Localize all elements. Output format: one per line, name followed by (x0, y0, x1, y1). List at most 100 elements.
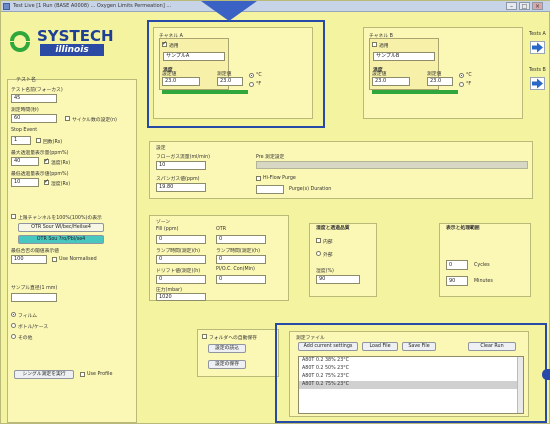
temperature-checkbox[interactable] (44, 157, 49, 164)
max-permeation-input[interactable]: 40 (11, 157, 39, 166)
channel-b-enable-checkbox[interactable] (372, 42, 377, 47)
drift-label: ドリフト値(測定)(h) (156, 269, 201, 274)
otr-source-a-button[interactable]: OTR Sour Wl/bec/Heilse4 (18, 223, 104, 232)
ramp-time-b-label: ランプ時間(測定)(h) (216, 249, 260, 254)
drift-value: 0 (156, 275, 206, 284)
purge-duration-input[interactable] (256, 185, 284, 194)
stop-count-checkbox[interactable] (36, 138, 41, 143)
minutes-label: Minutes (474, 279, 493, 284)
fill-ppm-label: Fill (ppm) (156, 227, 179, 232)
pass-fail-input[interactable]: 100 (11, 255, 47, 264)
stop-event-input[interactable]: 1 (11, 136, 31, 145)
tests-b-button[interactable] (530, 77, 545, 90)
auto-save-checkbox[interactable] (202, 334, 207, 339)
logo-mark-icon (7, 29, 33, 55)
bottle-radio[interactable] (11, 323, 16, 328)
channel-b-enable-label: 適用 (379, 44, 389, 49)
highlight-pointer-icon (201, 1, 257, 21)
otr-label: OTR (216, 227, 227, 232)
channel-b-set-label: 設定値 (372, 72, 387, 77)
min-permeation-input[interactable]: 10 (11, 178, 39, 187)
zone-panel: ゾーン Fill (ppm) 0 OTR 0 ランプ時間(測定)(h) 0 ラン… (149, 215, 289, 301)
auto-upper-checkbox[interactable] (11, 214, 16, 219)
hi-flow-purge-checkbox[interactable] (256, 176, 261, 181)
minutes-spinner[interactable]: 90 (446, 276, 468, 286)
span-gas-label: スパンガス値(ppm) (156, 177, 200, 182)
load-settings-button[interactable]: 設定の読込 (208, 344, 246, 353)
cycle-time-input[interactable]: 60 (11, 114, 57, 123)
humidity-percent-label: 湿度(%) (316, 269, 334, 274)
tests-b-label: Tests B (529, 68, 546, 73)
internal-humidity-checkbox[interactable] (316, 238, 321, 243)
use-profile-label: Use Profile (87, 372, 113, 377)
profile-highlight-box (275, 323, 547, 423)
span-gas-input[interactable]: 19.80 (156, 183, 206, 192)
pressure-label: 圧力(mbar) (156, 288, 182, 293)
pre-measure-label: Pre 測定設定 (256, 155, 285, 160)
temperature-check-label: 温度(Rs) (51, 161, 71, 166)
maximize-button[interactable]: □ (519, 2, 530, 10)
humidity-check-label: 湿度(Rs) (51, 182, 71, 187)
max-permeation-label: 最大透過量表示量(ppm%) (11, 151, 69, 156)
otr-value: 0 (216, 235, 266, 244)
channel-b-celsius-label: °C (466, 73, 472, 78)
close-button[interactable]: × (532, 2, 543, 10)
cycle-count-label: サイクル数の設定(n) (72, 118, 117, 123)
logo-sub-text: illinois (40, 44, 104, 56)
use-profile-checkbox[interactable] (80, 372, 85, 377)
single-run-button[interactable]: シングル測定を実行 (14, 370, 74, 379)
pre-measure-progress (256, 161, 528, 169)
channel-b-temp-set-input[interactable]: 23.0 (372, 77, 410, 86)
channel-b-fahrenheit-radio[interactable] (459, 82, 464, 87)
sample-diameter-label: サンプル直径(1 mm) (11, 286, 58, 291)
channel-b-sample-input[interactable]: サンプルB (373, 52, 435, 61)
save-settings-button[interactable]: 設定の保存 (208, 360, 246, 369)
settings-title: 設定 (156, 146, 166, 151)
film-radio[interactable] (11, 312, 16, 317)
flow-rate-label: フローガス流量(ml/min) (156, 155, 210, 160)
humidity-checkbox[interactable] (44, 178, 49, 185)
pressure-value: 1020 (156, 293, 206, 301)
app-icon (3, 3, 10, 10)
min-permeation-label: 最低透過量表示値(ppm%) (11, 172, 69, 177)
use-normalised-checkbox[interactable] (52, 257, 57, 262)
channel-b-temp-box: 設定値 測定値 23.0 23.0 °C °F (369, 70, 487, 92)
otr-source-b-button[interactable]: OTR Sou ?ro/Pbl/se4 (18, 235, 104, 244)
auto-save-label: フォルダへの自動保存 (209, 336, 257, 341)
other-radio[interactable] (11, 334, 16, 339)
logo-brand-text: SYSTECH (37, 27, 114, 45)
left-group-title: テスト名 (16, 77, 37, 83)
cycles-label: Cycles (474, 263, 490, 268)
channel-b-celsius-radio[interactable] (459, 73, 464, 78)
window-title: Test Live [1 Run (BASE A0008) ... Oxygen… (13, 3, 172, 9)
tests-a-button[interactable] (530, 41, 545, 54)
purge-duration-label: Purge(s) Duration (289, 187, 332, 192)
channel-b-status-bar (372, 90, 458, 94)
internal-humidity-label: 内部 (323, 240, 333, 245)
sample-diameter-input[interactable] (11, 293, 57, 302)
cycles-title: 表示と処理範囲 (446, 226, 480, 231)
auto-upper-label: 上限チャンネルを100%(100%)の表示 (18, 216, 102, 221)
test-name-input[interactable]: 45 (11, 94, 57, 103)
external-humidity-radio[interactable] (316, 251, 321, 256)
test-name-label: テスト名前(フォーカス) (11, 88, 63, 93)
flow-rate-input[interactable]: 10 (156, 161, 206, 170)
ramp-time-a-value: 0 (156, 255, 206, 264)
title-bar: Test Live [1 Run (BASE A0008) ... Oxygen… (1, 1, 550, 12)
humidity-title: 湿度と透過品質 (316, 226, 350, 231)
cycles-spinner[interactable]: 0 (446, 260, 468, 270)
highlight-marker-icon (542, 369, 550, 380)
cycle-count-checkbox[interactable] (65, 116, 70, 121)
minimize-button[interactable]: – (506, 2, 517, 10)
other-radio-label: その他 (18, 336, 33, 341)
file-panel: フォルダへの自動保存 設定の読込 設定の保存 (197, 329, 279, 377)
con-min-label: Pl/O.C. Con(Min) (216, 267, 255, 272)
pass-fail-label: 最低合否の閾値表示値 (11, 249, 59, 254)
channel-b-temp-meas-value: 23.0 (427, 77, 453, 86)
tests-a-label: Tests A (529, 32, 546, 37)
external-humidity-label: 外部 (323, 253, 333, 258)
channel-b-meas-label: 測定値 (427, 72, 442, 77)
humidity-percent-input[interactable]: 90 (316, 275, 360, 284)
channel-b-fahrenheit-label: °F (466, 82, 472, 87)
settings-panel: 設定 フローガス流量(ml/min) 10 スパンガス値(ppm) 19.80 … (149, 141, 533, 199)
